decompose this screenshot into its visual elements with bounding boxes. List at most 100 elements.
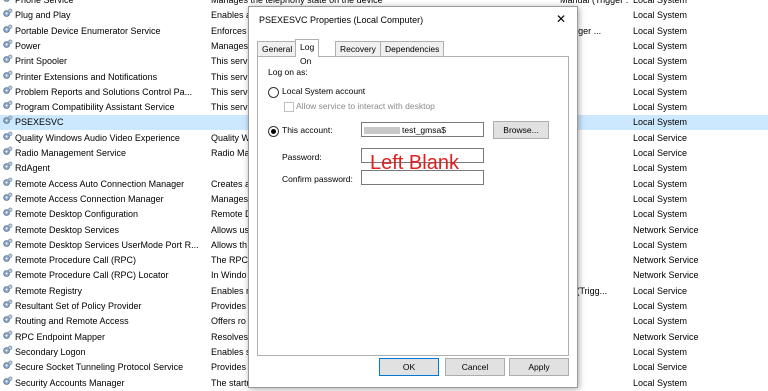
gear-icon [2,268,13,279]
gear-icon [2,376,13,387]
log-on-panel: Log on as: Local System account Allow se… [257,56,569,356]
service-name: Routing and Remote Access [15,316,129,327]
service-logon: Local System [633,117,688,128]
service-logon: Local System [633,316,688,327]
gear-icon [2,85,13,96]
gear-icon [2,360,13,371]
service-logon: Local System [633,86,688,97]
log-on-as-label: Log on as: [268,67,308,77]
gear-icon [2,238,13,249]
gear-icon [2,146,13,157]
gear-icon [2,253,13,264]
gear-icon [2,284,13,295]
gear-icon [2,100,13,111]
ok-button[interactable]: OK [379,358,439,376]
service-logon: Local System [633,10,688,21]
service-name: Secondary Logon [15,346,86,357]
service-name: Remote Procedure Call (RPC) [15,255,137,266]
allow-interact-label: Allow service to interact with desktop [296,101,435,111]
this-account-radio[interactable] [268,126,279,137]
local-system-label: Local System account [282,86,366,96]
tab-recovery[interactable]: Recovery [335,41,381,56]
service-logon: Local System [633,0,688,5]
service-logon: Network Service [633,224,699,235]
service-logon: Network Service [633,331,699,342]
account-field[interactable]: test_gmsa$ [361,122,484,137]
gear-icon [2,330,13,341]
gear-icon [2,0,13,4]
service-name: Remote Access Connection Manager [15,193,164,204]
service-name: Remote Desktop Services [15,224,120,235]
service-name: Phone Service [15,0,74,5]
service-name: Remote Procedure Call (RPC) Locator [15,270,169,281]
close-icon[interactable]: ✕ [553,11,569,27]
service-logon: Network Service [633,270,699,281]
service-name: RPC Endpoint Mapper [15,331,106,342]
gear-icon [2,207,13,218]
service-logon: Local System [633,163,688,174]
cancel-button[interactable]: Cancel [445,358,505,376]
service-logon: Local Service [633,362,688,373]
service-logon: Local System [633,377,688,388]
service-name: Quality Windows Audio Video Experience [15,132,180,143]
service-logon: Local System [633,56,688,67]
tab-dependencies[interactable]: Dependencies [380,41,445,56]
gear-icon [2,223,13,234]
account-value: test_gmsa$ [402,125,446,135]
left-blank-annotation: Left Blank [370,152,459,174]
service-logon: Local System [633,346,688,357]
service-name: Remote Access Auto Connection Manager [15,178,185,189]
gear-icon [2,161,13,172]
tab-general[interactable]: General [257,41,298,56]
service-logon: Local System [633,209,688,220]
service-name: Radio Management Service [15,148,127,158]
service-name: Power [15,40,41,51]
allow-interact-checkbox[interactable] [284,102,294,112]
service-name: Portable Device Enumerator Service [15,25,161,36]
service-name: Remote Desktop Services UserMode Port R.… [15,239,199,250]
service-logon: Local System [633,239,688,250]
service-logon: Local System [633,193,688,204]
gear-icon [2,8,13,19]
service-name: Plug and Play [15,10,71,21]
gear-icon [2,70,13,81]
service-logon: Local Service [633,148,688,158]
redacted-domain [364,127,400,135]
service-name: Secure Socket Tunneling Protocol Service [15,362,184,373]
service-name: Security Accounts Manager [15,377,125,388]
service-name: PSEXESVC [15,117,64,128]
gear-icon [2,314,13,325]
password-label: Password: [282,152,322,162]
service-name: Resultant Set of Policy Provider [15,301,142,311]
service-logon: Network Service [633,255,699,266]
gear-icon [2,54,13,65]
service-logon: Local System [633,40,688,51]
gear-icon [2,192,13,203]
browse-button[interactable]: Browse... [493,121,549,139]
confirm-password-label: Confirm password: [282,174,353,184]
gear-icon [2,24,13,35]
service-logon: Local System [633,301,688,311]
service-name: RdAgent [15,163,51,174]
service-name: Print Spooler [15,56,68,67]
dialog-title: PSEXESVC Properties (Local Computer) [259,15,424,25]
radio-selected-dot [271,129,276,134]
apply-button[interactable]: Apply [509,358,569,376]
properties-dialog: PSEXESVC Properties (Local Computer) ✕ G… [248,6,578,388]
service-name: Remote Registry [15,285,83,296]
service-logon: Local System [633,71,688,82]
service-logon: Local System [633,25,688,36]
gear-icon [2,177,13,188]
service-logon: Local Service [633,285,688,296]
service-name: Remote Desktop Configuration [15,209,139,220]
gear-icon [2,345,13,356]
service-logon: Local System [633,102,688,113]
service-logon: Local System [633,178,688,189]
tab-log-on[interactable]: Log On [295,39,320,66]
local-system-radio[interactable] [268,87,279,98]
gear-icon [2,115,13,126]
service-name: Printer Extensions and Notifications [15,71,158,82]
service-name: Problem Reports and Solutions Control Pa… [15,86,193,97]
gear-icon [2,299,13,310]
gear-icon [2,131,13,142]
